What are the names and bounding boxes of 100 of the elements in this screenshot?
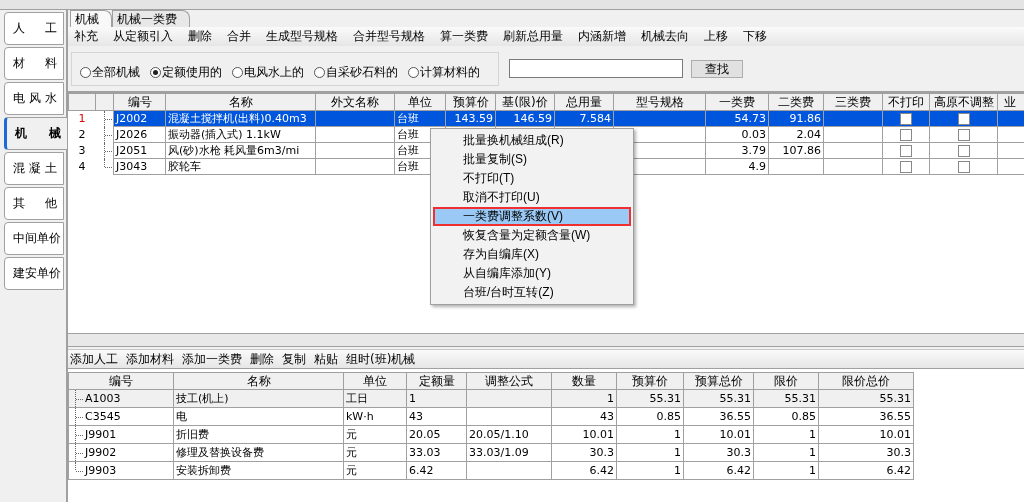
table-cell: 107.86 [782,143,821,157]
tab[interactable]: 机械一类费 [112,10,190,27]
toolbar-button[interactable]: 算一类费 [440,28,488,45]
checkbox[interactable] [957,128,970,141]
toolbar-button[interactable]: 组时(班)机械 [346,350,416,368]
menu-item[interactable]: 存为自编库(X) [433,245,631,264]
table-cell: 10.01 [582,427,614,441]
table-cell: 技工(机上) [176,391,229,405]
checkbox[interactable] [900,112,912,125]
sidebar-tab[interactable]: 混 凝 土 [4,152,64,185]
radio-icon[interactable] [408,66,419,78]
toolbar-button[interactable]: 复制 [282,350,306,368]
toolbar-button[interactable]: 添加材料 [126,350,174,368]
sidebar-tab[interactable]: 其 他 [4,187,64,220]
sidebar-tab[interactable]: 建安单价 [4,257,64,290]
table-cell: 4.9 [748,159,766,173]
sidebar-tab[interactable]: 电 风 水 [4,82,64,115]
table-cell: J2051 [116,143,148,157]
menu-item[interactable]: 台班/台时互转(Z) [433,283,631,302]
toolbar-button[interactable]: 下移 [743,28,767,45]
menu-item[interactable]: 从自编库添加(Y) [433,264,631,283]
menu-item[interactable]: 不打印(T) [433,169,631,188]
table-cell: A1003 [85,391,121,405]
radio-label: 定额使用的 [162,63,222,81]
table-cell: 0.03 [741,127,766,141]
toolbar-button[interactable]: 刷新总用量 [503,28,563,45]
toolbar-button[interactable]: 补充 [74,28,98,45]
horizontal-scrollbar[interactable] [68,333,1024,347]
sidebar-tab[interactable]: 中间单价 [4,222,64,255]
radio-icon[interactable] [150,66,161,78]
toolbar-button[interactable]: 添加一类费 [182,350,242,368]
table-cell: 元 [346,463,357,477]
table-cell: 6.42 [409,463,434,477]
table-cell: 台班 [397,127,419,141]
radio-icon[interactable] [314,66,325,78]
find-button[interactable]: 查找 [691,59,743,78]
toolbar-button[interactable]: 机械去向 [641,28,689,45]
table-cell: 43 [600,409,614,423]
table-cell: 55.31 [784,391,816,405]
sidebar-tab[interactable]: 人 工 [4,12,64,45]
table-cell: 6.42 [886,463,911,477]
table-cell: 43 [409,409,423,423]
sidebar-tab[interactable]: 机 械 [4,117,68,150]
tab[interactable]: 机械 [70,10,112,27]
radio-icon[interactable] [80,66,91,78]
menu-item[interactable]: 恢复含量为定额含量(W) [433,226,631,245]
table-cell: 0.85 [791,409,816,423]
column-header[interactable]: 名称 [246,374,271,388]
table-cell: 元 [346,427,357,441]
toolbar-button[interactable]: 添加人工 [70,350,118,368]
row-number: 3 [78,143,86,157]
table-cell: J9901 [85,427,117,441]
toolbar-button[interactable]: 内涵新增 [578,28,626,45]
toolbar-button[interactable]: 粘贴 [314,350,338,368]
sidebar-tab[interactable]: 材 料 [4,47,64,80]
checkbox[interactable] [957,112,970,125]
radio-label: 自采砂石料的 [326,63,398,81]
menu-item[interactable]: 批量复制(S) [433,150,631,169]
radio-icon[interactable] [232,66,243,78]
table-cell: 10.01 [879,427,911,441]
table-cell: 6.42 [726,463,751,477]
table-cell: 20.05 [409,427,441,441]
table-cell: kW·h [346,409,374,423]
checkbox[interactable] [957,144,970,157]
table-cell: 混凝土搅拌机(出料)0.40m3 [168,111,307,125]
table-cell: 36.55 [719,409,751,423]
toolbar-button[interactable]: 从定额引入 [113,28,173,45]
search-field[interactable] [509,59,683,78]
menu-item[interactable]: 一类费调整系数(V) [433,207,631,226]
checkbox[interactable] [900,128,912,141]
table-cell: 胶轮车 [168,159,201,173]
toolbar-button[interactable]: 合并 [227,28,251,45]
table-cell: J9903 [85,463,117,477]
toolbar-button[interactable]: 生成型号规格 [266,28,338,45]
table-cell: 振动器(插入式) 1.1kW [168,127,281,141]
table-cell: 元 [346,445,357,459]
table-cell: 电 [176,409,187,423]
column-header[interactable]: 名称 [228,95,253,109]
table-cell: 6.42 [589,463,614,477]
table-cell: J2002 [116,111,148,125]
checkbox[interactable] [957,160,970,173]
row-number: 1 [78,111,86,125]
table-cell: 33.03 [409,445,441,459]
table-cell: 30.3 [886,445,911,459]
table-cell: 55.31 [719,391,751,405]
toolbar-button[interactable]: 合并型号规格 [353,28,425,45]
checkbox[interactable] [900,144,912,157]
table-cell: 55.31 [649,391,681,405]
table-cell: 1 [409,391,416,405]
toolbar-button[interactable]: 删除 [250,350,274,368]
table-cell: 2.04 [796,127,821,141]
table-cell: 30.3 [726,445,751,459]
menu-item[interactable]: 取消不打印(U) [433,188,631,207]
column-header[interactable]: 编号 [109,374,133,388]
toolbar-button[interactable]: 上移 [704,28,728,45]
table-cell: 20.05/1.10 [469,427,529,441]
toolbar-button[interactable]: 删除 [188,28,212,45]
table-cell: 36.55 [879,409,911,423]
menu-item[interactable]: 批量换机械组成(R) [433,131,631,150]
checkbox[interactable] [900,160,912,173]
